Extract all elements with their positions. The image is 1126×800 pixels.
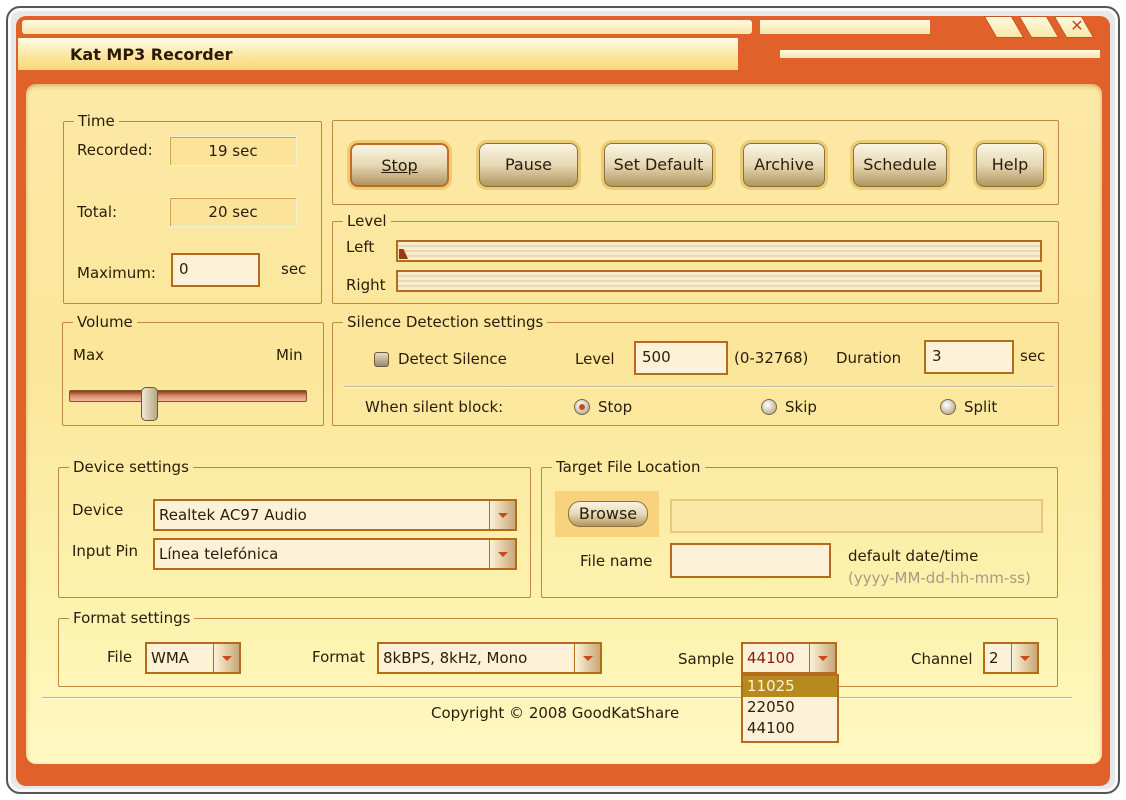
set-default-label: Set Default xyxy=(613,155,704,174)
chevron-down-icon[interactable] xyxy=(809,644,835,672)
split-radio[interactable] xyxy=(940,399,956,415)
chevron-down-icon[interactable] xyxy=(1011,644,1037,672)
volume-legend: Volume xyxy=(77,313,133,331)
sample-dropdown-list[interactable]: 11025 22050 44100 xyxy=(741,674,839,743)
format-legend: Format settings xyxy=(73,609,191,627)
stop-label: Stop xyxy=(381,156,418,175)
file-type-value: WMA xyxy=(151,649,190,667)
recorded-value: 19 sec xyxy=(169,136,297,166)
title-decoration-strip xyxy=(780,50,1100,58)
volume-slider-track[interactable] xyxy=(69,390,307,402)
stop-button[interactable]: Stop xyxy=(350,143,449,187)
duration-unit: sec xyxy=(1020,347,1046,365)
chevron-down-icon[interactable] xyxy=(213,644,239,672)
channel-select[interactable]: 2 xyxy=(983,642,1039,674)
sample-select[interactable]: 44100 xyxy=(741,642,837,674)
stop-radio[interactable] xyxy=(574,399,590,415)
input-pin-label: Input Pin xyxy=(72,542,138,560)
device-legend: Device settings xyxy=(73,458,189,476)
total-label: Total: xyxy=(77,203,118,221)
pause-button[interactable]: Pause xyxy=(479,143,578,187)
file-type-label: File xyxy=(107,648,133,666)
left-level-meter xyxy=(396,240,1042,262)
silence-level-label: Level xyxy=(575,350,615,368)
sample-option[interactable]: 11025 xyxy=(743,676,837,697)
sample-option[interactable]: 22050 xyxy=(743,697,837,718)
detect-silence-label[interactable]: Detect Silence xyxy=(398,350,507,368)
window-title: Kat MP3 Recorder xyxy=(70,45,233,64)
maximum-unit: sec xyxy=(281,260,307,278)
channel-value: 2 xyxy=(989,649,999,667)
volume-group: Volume xyxy=(62,313,324,426)
maximum-label: Maximum: xyxy=(77,264,156,282)
chevron-down-icon[interactable] xyxy=(574,644,600,672)
format-select[interactable]: 8kBPS, 8kHz, Mono xyxy=(377,642,602,674)
right-level-meter xyxy=(396,270,1042,292)
target-legend: Target File Location xyxy=(556,458,701,476)
format-label: Format xyxy=(312,648,365,666)
target-path-input[interactable] xyxy=(670,499,1043,533)
volume-slider-thumb[interactable] xyxy=(141,387,158,421)
schedule-button[interactable]: Schedule xyxy=(853,143,947,187)
silence-legend: Silence Detection settings xyxy=(347,313,544,331)
sample-value: 44100 xyxy=(747,649,795,667)
format-note: (yyyy-MM-dd-hh-mm-ss) xyxy=(848,569,1031,587)
device-value: Realtek AC97 Audio xyxy=(159,506,307,524)
browse-button[interactable]: Browse xyxy=(568,501,648,527)
file-name-input[interactable] xyxy=(670,543,831,578)
volume-max-label: Max xyxy=(73,346,105,364)
pause-label: Pause xyxy=(504,155,553,174)
title-decoration xyxy=(22,20,752,34)
browse-label: Browse xyxy=(578,504,638,523)
chevron-down-icon[interactable] xyxy=(489,501,515,529)
default-note: default date/time xyxy=(848,547,979,565)
sample-label: Sample xyxy=(678,650,735,668)
level-legend: Level xyxy=(347,212,387,230)
archive-label: Archive xyxy=(754,155,814,174)
volume-min-label: Min xyxy=(276,346,303,364)
total-value: 20 sec xyxy=(169,197,297,227)
chevron-down-icon[interactable] xyxy=(489,540,515,568)
maximum-input[interactable]: 0 xyxy=(171,253,260,287)
device-select[interactable]: Realtek AC97 Audio xyxy=(153,499,517,531)
detect-silence-checkbox[interactable] xyxy=(374,352,389,367)
split-radio-label[interactable]: Split xyxy=(964,398,997,416)
silence-level-range: (0-32768) xyxy=(734,349,809,367)
format-value: 8kBPS, 8kHz, Mono xyxy=(383,649,528,667)
title-decoration-right xyxy=(760,20,930,34)
input-pin-select[interactable]: Línea telefónica xyxy=(153,538,517,570)
left-label: Left xyxy=(346,238,375,256)
help-label: Help xyxy=(991,155,1029,174)
schedule-label: Schedule xyxy=(863,155,937,174)
skip-radio[interactable] xyxy=(761,399,777,415)
stop-radio-label[interactable]: Stop xyxy=(598,398,632,416)
file-name-label: File name xyxy=(580,552,653,570)
skip-radio-label[interactable]: Skip xyxy=(785,398,817,416)
footer-divider xyxy=(42,697,1072,699)
silence-level-input[interactable]: 500 xyxy=(634,341,728,375)
close-icon[interactable]: ✕ xyxy=(1065,14,1089,38)
duration-label: Duration xyxy=(836,349,902,367)
copyright-text: Copyright © 2008 GoodKatShare xyxy=(431,704,680,722)
recorded-label: Recorded: xyxy=(77,141,153,159)
sample-option[interactable]: 44100 xyxy=(743,718,837,739)
set-default-button[interactable]: Set Default xyxy=(604,143,713,187)
right-label: Right xyxy=(346,276,386,294)
time-legend: Time xyxy=(78,112,115,130)
left-level-fill xyxy=(399,249,408,259)
file-type-select[interactable]: WMA xyxy=(145,642,241,674)
device-label: Device xyxy=(72,501,124,519)
help-button[interactable]: Help xyxy=(976,143,1044,187)
silence-divider xyxy=(344,386,1054,388)
when-silent-label: When silent block: xyxy=(365,398,504,416)
input-pin-value: Línea telefónica xyxy=(159,545,279,563)
duration-input[interactable]: 3 xyxy=(924,340,1014,374)
channel-label: Channel xyxy=(911,650,973,668)
archive-button[interactable]: Archive xyxy=(743,143,825,187)
